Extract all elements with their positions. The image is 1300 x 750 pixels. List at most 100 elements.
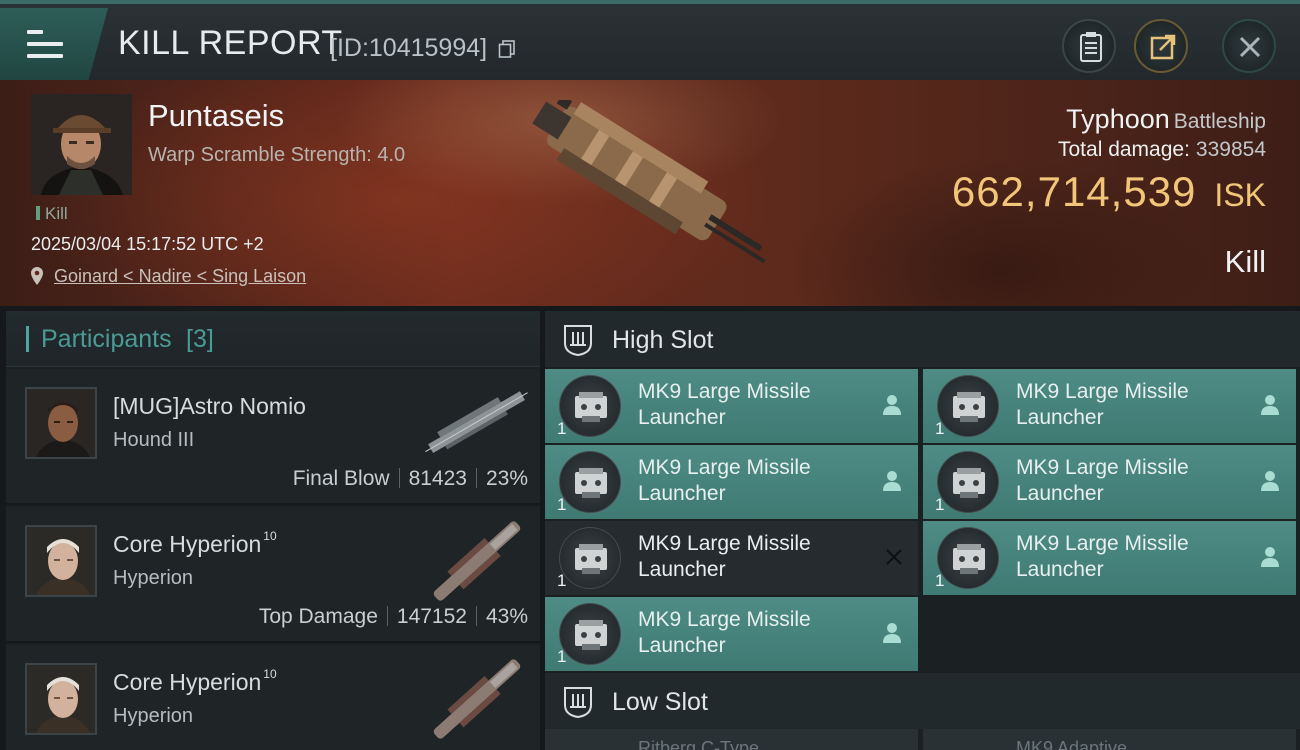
- participants-count: [3]: [186, 325, 214, 353]
- participant-ship: Hound III: [113, 429, 195, 451]
- item-quantity: 1: [557, 571, 567, 590]
- high-slot-icon: [564, 325, 592, 357]
- participant-ship-image: [433, 659, 521, 739]
- close-button[interactable]: [1222, 19, 1276, 73]
- participants-header: Participants [3]: [6, 311, 540, 367]
- victim-avatar[interactable]: [31, 94, 132, 195]
- fitted-item[interactable]: 1 MK9 Large Missile Launcher: [545, 369, 918, 443]
- fitted-item[interactable]: 1 MK9 Large Missile Launcher: [923, 445, 1296, 519]
- participant-percent: 23%: [485, 467, 528, 490]
- high-slot-label: High Slot: [612, 326, 714, 354]
- menu-icon: [27, 30, 63, 58]
- participants-title: Participants: [41, 325, 172, 353]
- page-title: KILL REPORT: [118, 24, 343, 62]
- victim-name: Puntaseis: [148, 98, 285, 133]
- participant-percent: 43%: [485, 605, 528, 628]
- kill-datetime: 2025/03/04 15:17:52 UTC +2: [31, 234, 264, 254]
- ship-class: Battleship: [1173, 110, 1266, 133]
- fitting-panel: High Slot 1 MK9 Large Missile Launcher 1…: [545, 311, 1300, 750]
- item-quantity: 1: [557, 495, 567, 514]
- kill-summary-banner: Puntaseis Warp Scramble Strength: 4.0 Ki…: [0, 80, 1300, 306]
- victim-ship-image: [532, 100, 766, 264]
- participant-avatar[interactable]: [25, 525, 97, 597]
- location-path[interactable]: Goinard < Nadire < Sing Laison: [54, 266, 306, 286]
- dropped-person-icon: [1261, 471, 1279, 491]
- kill-type-label: Kill: [1224, 244, 1266, 279]
- location-link[interactable]: Goinard < Nadire < Sing Laison: [31, 266, 306, 287]
- participant-damage: 81423: [408, 467, 467, 490]
- dropped-person-icon: [883, 623, 901, 643]
- participant-stats: Top Damage 147152 43%: [259, 605, 528, 629]
- missile-launcher-icon: [937, 527, 999, 589]
- dropped-person-icon: [1261, 547, 1279, 567]
- fitted-item[interactable]: 1 MK9 Large Missile Launcher: [923, 521, 1296, 595]
- top-bar: KILL REPORT [ID:10415994]: [0, 0, 1300, 80]
- fitted-item[interactable]: 1 MK9 Large Missile Launcher: [545, 597, 918, 671]
- missile-launcher-icon: [937, 451, 999, 513]
- participant-ship: Hyperion: [113, 705, 194, 727]
- total-damage: Total damage: 339854: [1058, 138, 1266, 161]
- participants-panel: Participants [3] [MUG]Astro Nomio Hound …: [6, 311, 540, 750]
- participant-stats: Final Blow 81423 23%: [293, 467, 528, 491]
- share-icon: [1150, 34, 1176, 60]
- item-name: MK9 Large Missile Launcher: [638, 380, 811, 429]
- participant-avatar[interactable]: [25, 387, 97, 459]
- ship-type: Typhoon Battleship: [1066, 104, 1266, 134]
- missile-launcher-icon: [559, 375, 621, 437]
- item-name: MK9 Large Missile Launcher: [1016, 532, 1189, 581]
- location-pin-icon: [31, 267, 43, 285]
- report-id: [ID:10415994]: [330, 34, 488, 62]
- dropped-person-icon: [1261, 395, 1279, 415]
- missile-launcher-icon: [559, 603, 621, 665]
- item-quantity: 1: [557, 647, 567, 666]
- low-slot-icon: [564, 687, 592, 719]
- item-name: MK9 Large Missile Launcher: [638, 608, 811, 657]
- missile-launcher-icon: [559, 451, 621, 513]
- missile-launcher-icon: [937, 375, 999, 437]
- copy-icon[interactable]: [498, 40, 516, 58]
- item-name: MK9 Large Missile Launcher: [638, 456, 811, 505]
- item-name: MK9 Large Missile Launcher: [1016, 380, 1189, 429]
- participant-role: Final Blow: [292, 467, 390, 490]
- fitted-item[interactable]: Ritberg C-Type: [545, 729, 918, 750]
- participant-name: Core Hyperion 10: [113, 529, 277, 557]
- kill-tag: Kill: [36, 204, 68, 224]
- notes-icon: [1080, 32, 1102, 62]
- isk-unit: ISK: [1214, 177, 1266, 213]
- fitted-item-destroyed[interactable]: 1 MK9 Large Missile Launcher: [545, 521, 918, 595]
- item-quantity: 1: [935, 419, 945, 438]
- participant-name: [MUG]Astro Nomio: [113, 393, 306, 419]
- fitted-item[interactable]: 1 MK9 Large Missile Launcher: [923, 369, 1296, 443]
- dropped-person-icon: [883, 395, 901, 415]
- item-quantity: 1: [557, 419, 567, 438]
- dropped-person-icon: [883, 471, 901, 491]
- participant-avatar[interactable]: [25, 663, 97, 735]
- share-button[interactable]: [1134, 19, 1188, 73]
- high-slot-header: High Slot: [545, 311, 1300, 367]
- participant-row[interactable]: Core Hyperion 10 Hyperion: [6, 645, 540, 750]
- item-quantity: 1: [935, 571, 945, 590]
- menu-button[interactable]: [0, 8, 108, 80]
- notes-button[interactable]: [1062, 19, 1116, 73]
- low-slot-label: Low Slot: [612, 688, 708, 716]
- participant-ship-image: [425, 391, 528, 453]
- isk-value-row: 662,714,539 ISK: [952, 168, 1266, 216]
- missile-launcher-icon: [559, 527, 621, 589]
- participant-row[interactable]: [MUG]Astro Nomio Hound III Final Blow 814…: [6, 369, 540, 505]
- close-icon: [1239, 36, 1261, 58]
- fitted-item[interactable]: MK9 Adaptive: [923, 729, 1296, 750]
- warp-scramble-strength: Warp Scramble Strength: 4.0: [148, 144, 406, 166]
- isk-value: 662,714,539: [951, 168, 1197, 215]
- low-slot-header: Low Slot: [545, 673, 1300, 729]
- participant-ship-image: [433, 521, 521, 601]
- participant-damage: 147152: [396, 605, 467, 628]
- item-name: MK9 Large Missile Launcher: [638, 532, 811, 581]
- participant-name: Core Hyperion 10: [113, 667, 277, 695]
- item-quantity: 1: [935, 495, 945, 514]
- item-name: MK9 Adaptive: [1016, 738, 1128, 750]
- participant-row[interactable]: Core Hyperion 10 Hyperion Top Damage 14715…: [6, 507, 540, 643]
- fitted-item[interactable]: 1 MK9 Large Missile Launcher: [545, 445, 918, 519]
- participant-ship: Hyperion: [113, 567, 194, 589]
- participant-role: Top Damage: [258, 605, 378, 628]
- item-name: MK9 Large Missile Launcher: [1016, 456, 1189, 505]
